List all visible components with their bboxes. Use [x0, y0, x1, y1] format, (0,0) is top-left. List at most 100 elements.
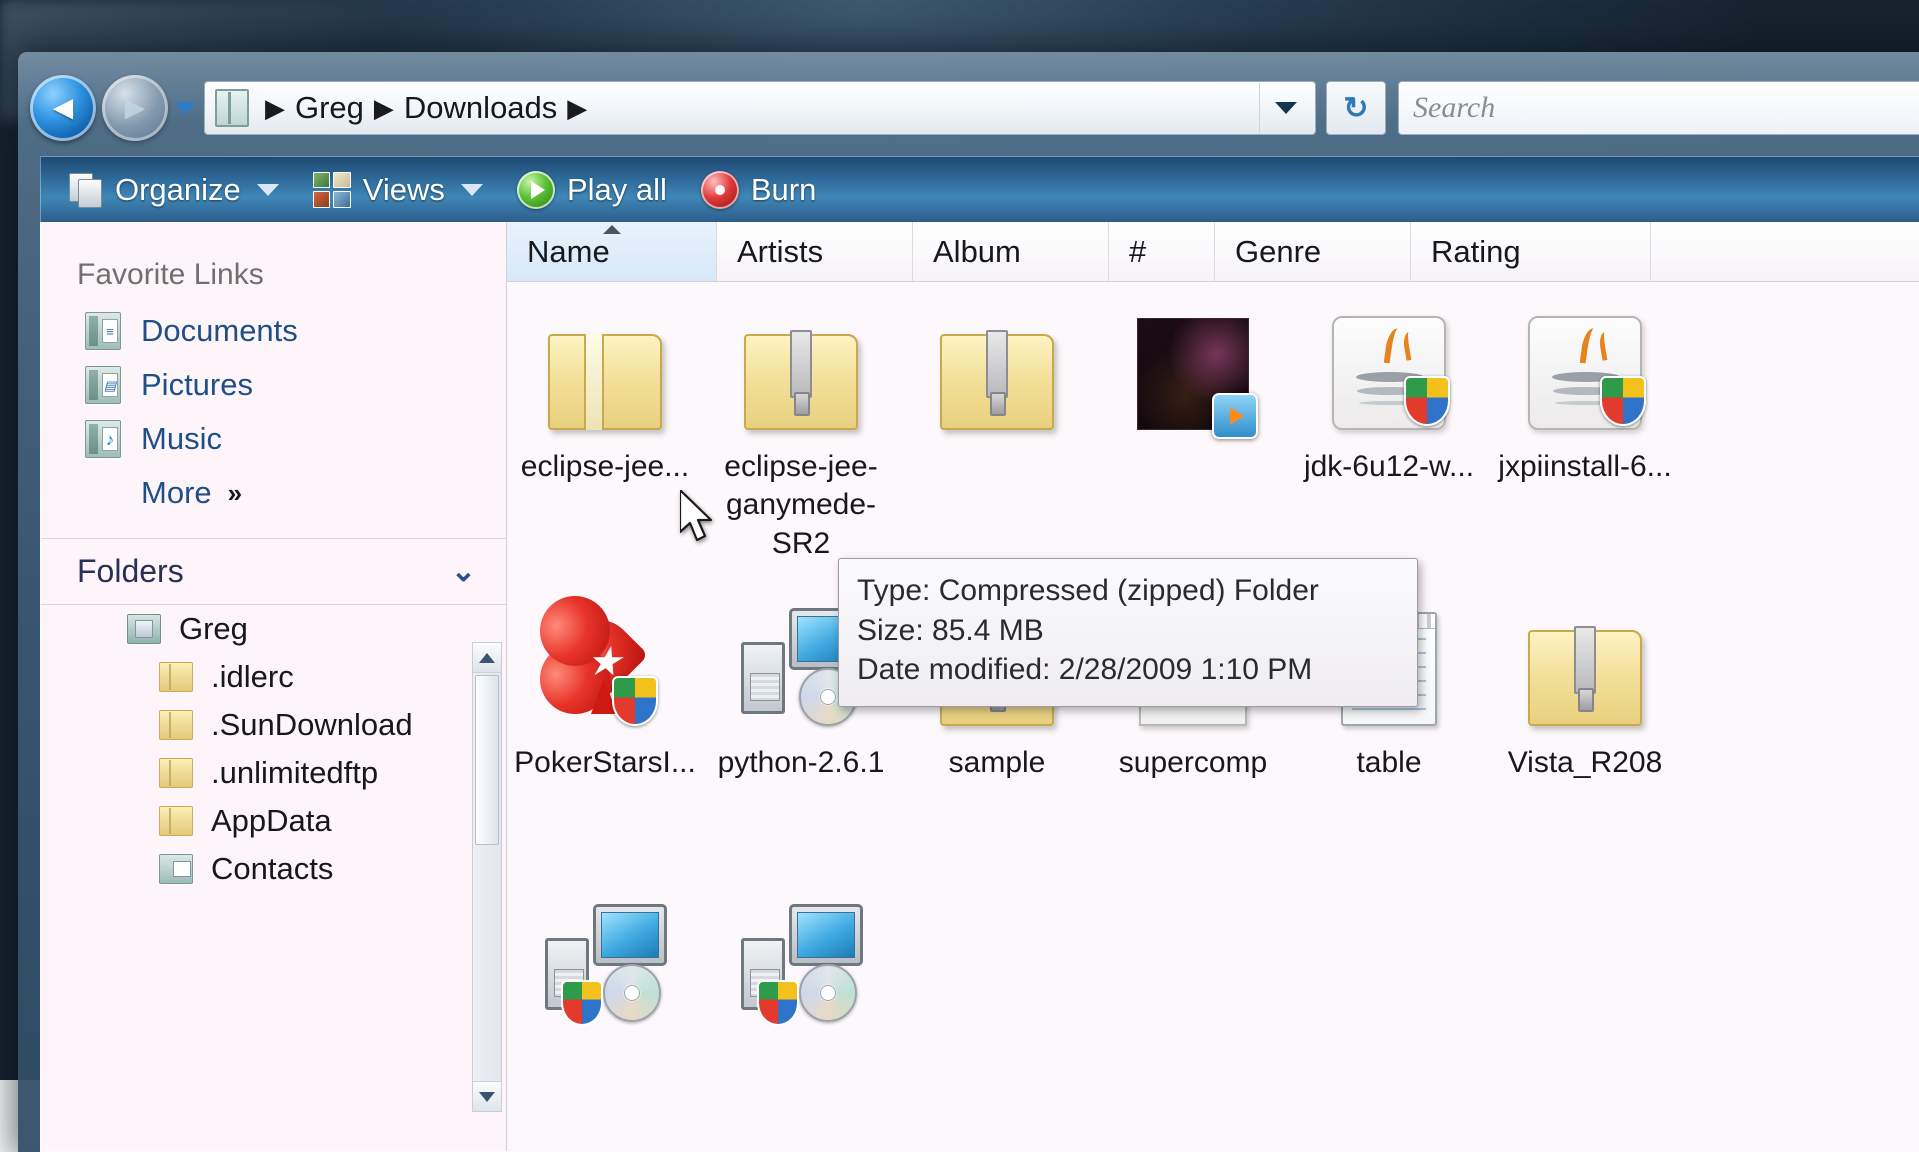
file-name-label: jxpiinstall-6... — [1498, 448, 1671, 486]
file-item-installer-row3-2[interactable] — [703, 888, 899, 1151]
file-row: eclipse-jee... eclipse-jee-ganymede-SR2 — [507, 296, 1919, 592]
sidebar-item-label: Music — [141, 421, 222, 457]
burn-label: Burn — [751, 172, 816, 208]
folder-icon — [159, 806, 193, 836]
documents-icon: ≡ — [85, 312, 121, 350]
chevron-down-icon — [257, 184, 279, 196]
navpane-scrollbar[interactable] — [472, 642, 502, 1112]
file-item-jdk-6u12[interactable]: jdk-6u12-w... — [1291, 296, 1487, 592]
play-all-button[interactable]: Play all — [511, 157, 673, 222]
column-header-artists[interactable]: Artists — [717, 222, 913, 281]
tooltip-type-line: Type: Compressed (zipped) Folder — [857, 571, 1399, 611]
column-header-label: Rating — [1431, 234, 1521, 270]
folders-section-header[interactable]: Folders ⌄ — [41, 539, 506, 605]
tree-item-greg[interactable]: Greg — [41, 605, 506, 653]
chevron-down-icon — [461, 184, 483, 196]
views-icon — [313, 172, 351, 208]
tree-item-idlerc[interactable]: .idlerc — [41, 653, 506, 701]
search-input[interactable]: Search — [1413, 91, 1495, 125]
tooltip-date-modified-line: Date modified: 2/28/2009 1:10 PM — [857, 650, 1399, 690]
chevron-down-icon[interactable]: ⌄ — [451, 554, 476, 589]
column-header-name[interactable]: Name — [507, 222, 717, 281]
search-box[interactable]: Search — [1398, 81, 1919, 135]
folder-icon — [215, 89, 249, 127]
file-item-vista-r208[interactable]: Vista_R208 — [1487, 592, 1683, 888]
breadcrumb-greg[interactable]: Greg — [295, 90, 364, 126]
sidebar-item-documents[interactable]: ≡ Documents — [41, 304, 506, 358]
file-name-label: sample — [949, 744, 1046, 782]
column-header-label: Artists — [737, 234, 823, 270]
file-name-label: supercomp — [1119, 744, 1267, 782]
breadcrumb-separator-1[interactable]: ▶ — [364, 95, 404, 121]
file-item-eclipse-jee-folder[interactable]: eclipse-jee... — [507, 296, 703, 592]
file-name-label: python-2.6.1 — [718, 744, 885, 782]
navigation-pane: Favorite Links ≡ Documents ▤ Pictures ♪ … — [41, 222, 507, 1151]
tree-item-label: AppData — [211, 803, 332, 839]
file-item-eclipse-jee-ganymede-zip[interactable]: eclipse-jee-ganymede-SR2 — [703, 296, 899, 592]
file-item-jxpiinstall[interactable]: jxpiinstall-6... — [1487, 296, 1683, 592]
tree-item-sundownload[interactable]: .SunDownload — [41, 701, 506, 749]
more-label: More — [141, 475, 212, 511]
scroll-up-button[interactable] — [473, 643, 501, 673]
breadcrumb-downloads[interactable]: Downloads — [404, 90, 557, 126]
media-player-badge-icon — [1212, 393, 1258, 439]
sidebar-item-pictures[interactable]: ▤ Pictures — [41, 358, 506, 412]
burn-button[interactable]: Burn — [695, 157, 822, 222]
folder-icon — [543, 306, 667, 430]
views-button[interactable]: Views — [307, 157, 489, 222]
zipped-folder-icon — [935, 306, 1059, 430]
column-header-rating[interactable]: Rating — [1411, 222, 1651, 281]
tree-item-label: Contacts — [211, 851, 333, 887]
java-installer-icon — [1523, 306, 1647, 430]
scrollbar-thumb[interactable] — [475, 675, 499, 845]
forward-button[interactable]: ► — [102, 75, 168, 141]
column-header-label: Genre — [1235, 234, 1321, 270]
address-dropdown-button[interactable] — [1259, 83, 1311, 133]
file-info-tooltip: Type: Compressed (zipped) Folder Size: 8… — [838, 558, 1418, 707]
sidebar-item-more[interactable]: More » — [41, 466, 506, 520]
uac-shield-icon — [1600, 376, 1646, 426]
address-bar-row: ◄ ► ▶ Greg ▶ Downloads ▶ ↻ Search — [18, 62, 1919, 154]
tree-item-label: .SunDownload — [211, 707, 413, 743]
uac-shield-icon — [757, 980, 799, 1026]
column-header-label: Album — [933, 234, 1021, 270]
pokerstars-icon: ★ — [543, 602, 667, 726]
column-header-album[interactable]: Album — [913, 222, 1109, 281]
uac-shield-icon — [561, 980, 603, 1026]
sidebar-item-label: Pictures — [141, 367, 253, 403]
tooltip-size-line: Size: 85.4 MB — [857, 611, 1399, 651]
file-item-video[interactable] — [1095, 296, 1291, 592]
breadcrumb-address-bar[interactable]: ▶ Greg ▶ Downloads ▶ — [204, 81, 1316, 135]
zipped-folder-icon — [739, 306, 863, 430]
sidebar-item-music[interactable]: ♪ Music — [41, 412, 506, 466]
refresh-button[interactable]: ↻ — [1326, 81, 1386, 135]
file-item-zip-2[interactable] — [899, 296, 1095, 592]
favorite-links-title: Favorite Links — [41, 222, 506, 304]
folder-icon — [159, 710, 193, 740]
back-button[interactable]: ◄ — [30, 75, 96, 141]
tree-item-appdata[interactable]: AppData — [41, 797, 506, 845]
organize-button[interactable]: Organize — [63, 157, 285, 222]
column-header-genre[interactable]: Genre — [1215, 222, 1411, 281]
msi-installer-icon — [543, 898, 667, 1022]
file-item-installer-row3-1[interactable] — [507, 888, 703, 1151]
sidebar-item-label: Documents — [141, 313, 298, 349]
play-all-label: Play all — [567, 172, 667, 208]
tree-item-contacts[interactable]: Contacts — [41, 845, 506, 893]
breadcrumb-separator-0[interactable]: ▶ — [255, 95, 295, 121]
user-folder-icon — [127, 614, 161, 644]
double-chevron-right-icon: » — [228, 478, 242, 509]
folders-title: Folders — [77, 553, 184, 590]
file-item-pokerstars-installer[interactable]: ★ PokerStarsI... — [507, 592, 703, 888]
chevron-down-icon — [174, 102, 196, 115]
column-header-track-number[interactable]: # — [1109, 222, 1215, 281]
tree-item-label: .unlimitedftp — [211, 755, 378, 791]
command-toolbar: Organize Views Play all Burn — [40, 156, 1919, 222]
tree-item-unlimitedftp[interactable]: .unlimitedftp — [41, 749, 506, 797]
recent-locations-button[interactable] — [170, 75, 200, 141]
column-header-row: Name Artists Album # Genre Rating — [507, 222, 1919, 282]
video-thumbnail-icon — [1131, 306, 1255, 430]
scroll-down-button[interactable] — [473, 1081, 501, 1111]
breadcrumb-separator-2[interactable]: ▶ — [557, 95, 597, 121]
file-name-label: Vista_R208 — [1508, 744, 1663, 782]
